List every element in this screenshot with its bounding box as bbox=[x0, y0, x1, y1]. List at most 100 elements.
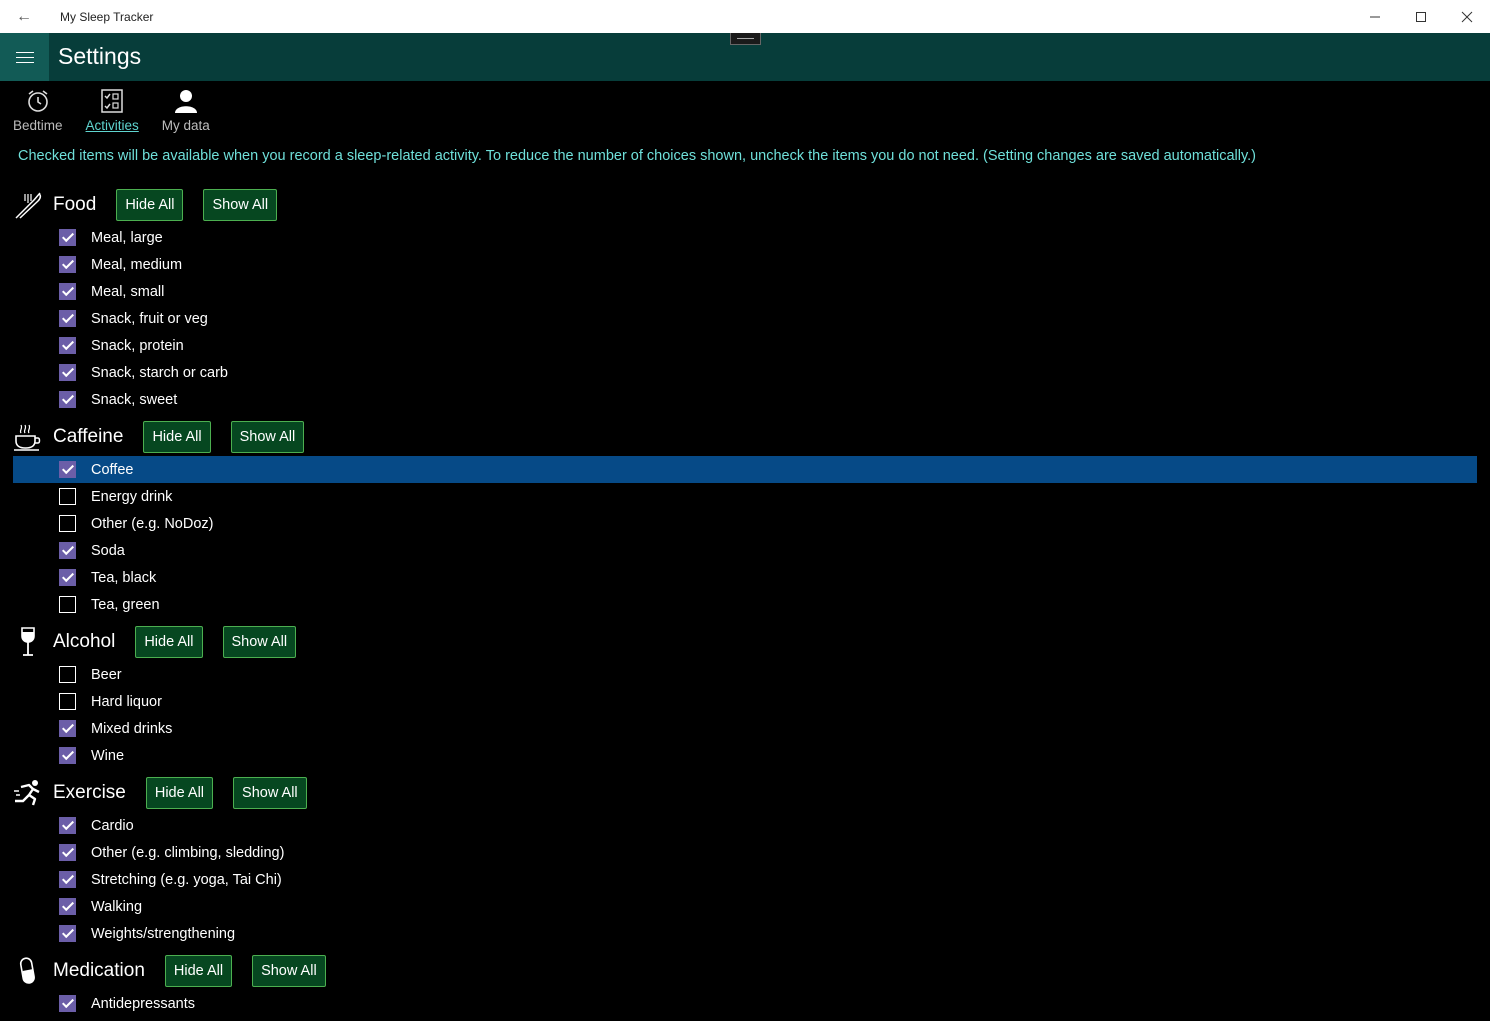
list-item[interactable]: Soda bbox=[13, 537, 1477, 564]
hide-all-button[interactable]: Hide All bbox=[164, 955, 233, 987]
checkbox[interactable] bbox=[59, 569, 76, 586]
checkbox[interactable] bbox=[59, 871, 76, 888]
back-button[interactable]: ← bbox=[0, 0, 48, 33]
maximize-icon bbox=[1416, 11, 1426, 22]
app-header: Settings bbox=[0, 33, 1490, 81]
coffee-cup-icon bbox=[14, 424, 41, 451]
list-item[interactable]: Antidepressants bbox=[13, 990, 1477, 1017]
list-item[interactable]: Meal, large bbox=[13, 224, 1477, 251]
back-arrow-icon: ← bbox=[16, 7, 32, 25]
maximize-button[interactable] bbox=[1398, 0, 1444, 33]
checkbox[interactable] bbox=[59, 283, 76, 300]
item-label: Coffee bbox=[91, 461, 134, 478]
checkbox[interactable] bbox=[59, 515, 76, 532]
list-item-selected[interactable]: Coffee bbox=[13, 456, 1477, 483]
checkbox[interactable] bbox=[59, 898, 76, 915]
checkbox[interactable] bbox=[59, 337, 76, 354]
list-item[interactable]: Snack, starch or carb bbox=[13, 359, 1477, 386]
tab-bedtime[interactable]: Bedtime bbox=[13, 88, 63, 140]
list-item[interactable]: Hard liquor bbox=[13, 688, 1477, 715]
checkbox[interactable] bbox=[59, 542, 76, 559]
checkbox[interactable] bbox=[59, 995, 76, 1012]
item-label: Energy drink bbox=[91, 488, 173, 505]
checkbox[interactable] bbox=[59, 666, 76, 683]
checkbox[interactable] bbox=[59, 747, 76, 764]
tab-my-data[interactable]: My data bbox=[162, 88, 210, 140]
fork-knife-icon bbox=[15, 192, 42, 219]
item-label: Meal, medium bbox=[91, 256, 183, 273]
item-label: Antidepressants bbox=[91, 995, 195, 1012]
alarm-clock-icon bbox=[27, 90, 48, 112]
item-label: Other (e.g. NoDoz) bbox=[91, 515, 214, 532]
checklist-icon bbox=[101, 89, 123, 113]
wine-glass-icon bbox=[21, 627, 35, 656]
item-label: Snack, fruit or veg bbox=[91, 310, 208, 327]
item-label: Snack, sweet bbox=[91, 391, 178, 408]
close-button[interactable] bbox=[1444, 0, 1490, 33]
list-item[interactable]: Tea, green bbox=[13, 591, 1477, 618]
pill-icon bbox=[19, 957, 35, 984]
list-item[interactable]: Snack, sweet bbox=[13, 386, 1477, 413]
list-item[interactable]: Meal, small bbox=[13, 278, 1477, 305]
running-person-icon bbox=[14, 780, 40, 806]
list-item[interactable]: Mixed drinks bbox=[13, 715, 1477, 742]
drag-handle[interactable] bbox=[730, 33, 761, 45]
item-label: Tea, black bbox=[91, 569, 157, 586]
tab-label: Bedtime bbox=[13, 118, 63, 133]
group-header: Exercise Hide All Show All bbox=[13, 775, 1477, 811]
checkbox[interactable] bbox=[59, 720, 76, 737]
title-bar: ← My Sleep Tracker bbox=[0, 0, 1490, 33]
checkbox[interactable] bbox=[59, 364, 76, 381]
hide-all-button[interactable]: Hide All bbox=[143, 421, 211, 453]
list-item[interactable]: Other (e.g. climbing, sledding) bbox=[13, 839, 1477, 866]
minimize-icon bbox=[1370, 16, 1380, 17]
list-item[interactable]: Other (e.g. NoDoz) bbox=[13, 510, 1477, 537]
checkbox[interactable] bbox=[59, 693, 76, 710]
list-item[interactable]: Tea, black bbox=[13, 564, 1477, 591]
hamburger-menu-button[interactable] bbox=[0, 33, 49, 81]
list-item[interactable]: Stretching (e.g. yoga, Tai Chi) bbox=[13, 866, 1477, 893]
checkbox[interactable] bbox=[59, 391, 76, 408]
group-header: Food Hide All Show All bbox=[13, 187, 1477, 223]
minimize-button[interactable] bbox=[1352, 0, 1398, 33]
list-item[interactable]: Energy drink bbox=[13, 483, 1477, 510]
show-all-button[interactable]: Show All bbox=[203, 189, 278, 221]
item-label: Other (e.g. climbing, sledding) bbox=[91, 844, 285, 861]
list-item[interactable]: Walking bbox=[13, 893, 1477, 920]
list-item[interactable]: Meal, medium bbox=[13, 251, 1477, 278]
checkbox[interactable] bbox=[59, 925, 76, 942]
list-item[interactable]: Snack, protein bbox=[13, 332, 1477, 359]
hide-all-button[interactable]: Hide All bbox=[145, 777, 214, 809]
list-item[interactable]: Beer bbox=[13, 661, 1477, 688]
checkbox[interactable] bbox=[59, 488, 76, 505]
group-header: Medication Hide All Show All bbox=[13, 953, 1477, 989]
checkbox[interactable] bbox=[59, 256, 76, 273]
group-alcohol: Alcohol Hide All Show All Beer Hard liqu… bbox=[13, 624, 1477, 769]
list-item[interactable]: Cardio bbox=[13, 812, 1477, 839]
hide-all-button[interactable]: Hide All bbox=[135, 626, 203, 658]
checkbox[interactable] bbox=[59, 817, 76, 834]
tab-activities[interactable]: Activities bbox=[86, 88, 139, 140]
show-all-button[interactable]: Show All bbox=[222, 626, 297, 658]
checkbox[interactable] bbox=[59, 229, 76, 246]
page-title: Settings bbox=[58, 43, 142, 69]
list-item[interactable]: Snack, fruit or veg bbox=[13, 305, 1477, 332]
show-all-button[interactable]: Show All bbox=[233, 777, 307, 809]
item-label: Soda bbox=[91, 542, 125, 559]
hide-all-button[interactable]: Hide All bbox=[116, 189, 184, 221]
group-caffeine: Caffeine Hide All Show All Coffee Energy… bbox=[13, 419, 1477, 618]
group-header: Caffeine Hide All Show All bbox=[13, 419, 1477, 455]
item-label: Beer bbox=[91, 666, 122, 683]
list-item[interactable]: Wine bbox=[13, 742, 1477, 769]
checkbox[interactable] bbox=[59, 310, 76, 327]
list-item[interactable]: Weights/strengthening bbox=[13, 920, 1477, 947]
group-label: Food bbox=[53, 194, 97, 215]
item-label: Snack, starch or carb bbox=[91, 364, 228, 381]
show-all-button[interactable]: Show All bbox=[230, 421, 305, 453]
checkbox[interactable] bbox=[59, 596, 76, 613]
hamburger-icon bbox=[15, 56, 34, 58]
group-medication: Medication Hide All Show All Antidepress… bbox=[13, 953, 1477, 1017]
checkbox[interactable] bbox=[59, 461, 76, 478]
show-all-button[interactable]: Show All bbox=[252, 955, 326, 987]
checkbox[interactable] bbox=[59, 844, 76, 861]
